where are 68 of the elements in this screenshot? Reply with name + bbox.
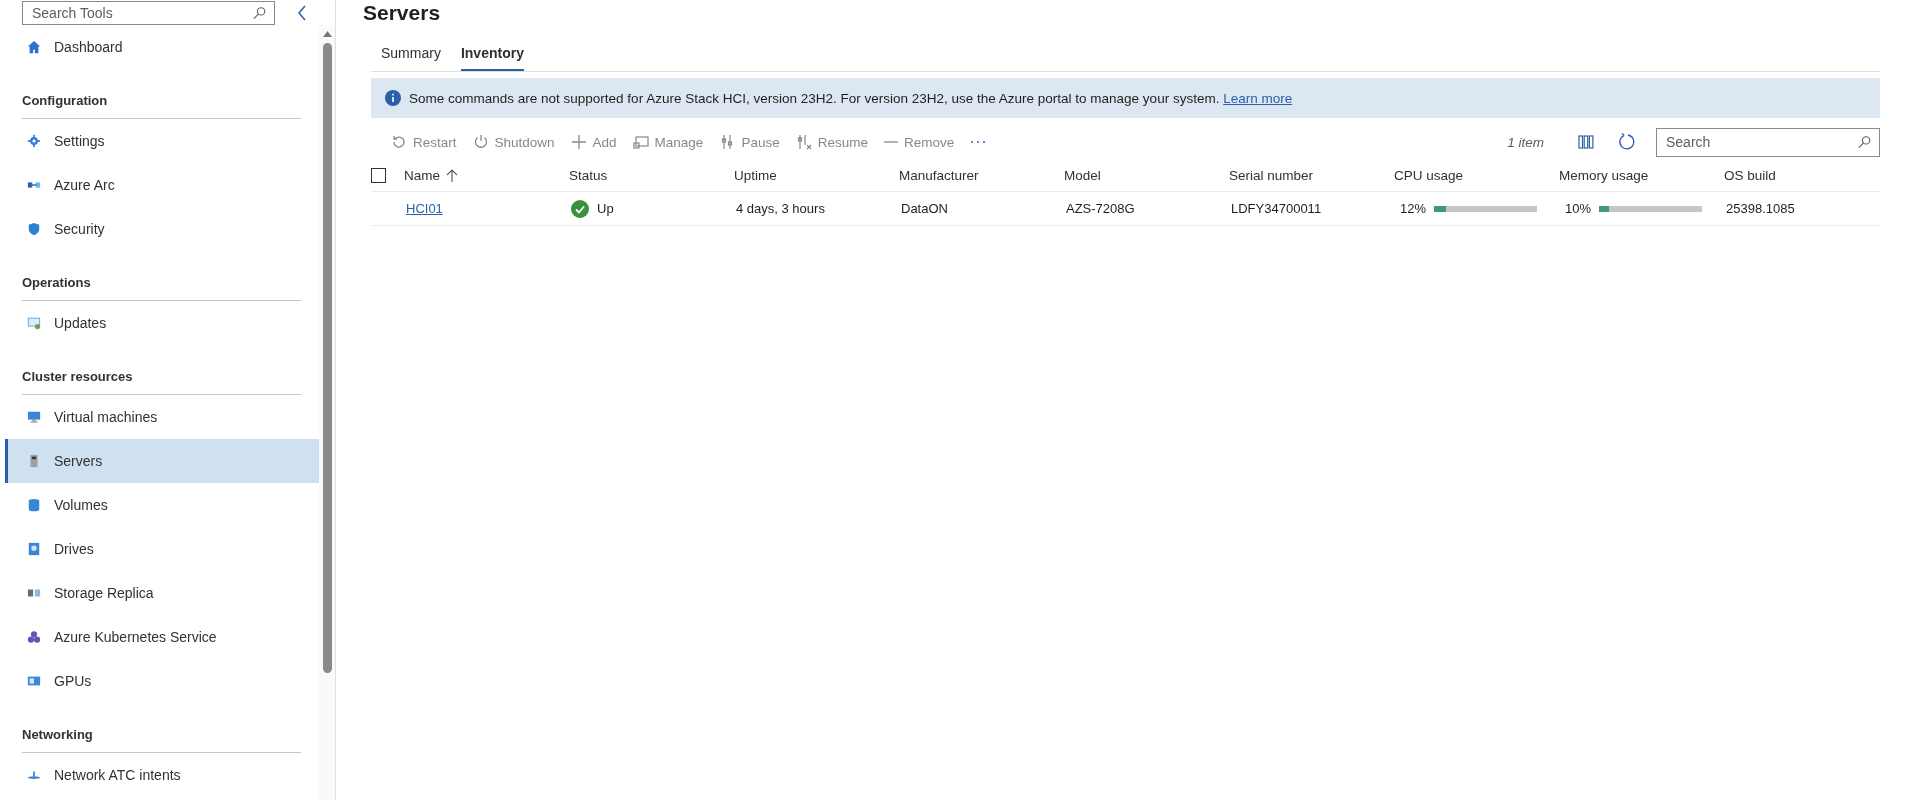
nav-item[interactable]: Dashboard [5, 25, 320, 69]
section-heading: Configuration [22, 93, 108, 108]
table-cell: AZS-7208G [1066, 201, 1135, 216]
server-link[interactable]: HCI01 [406, 201, 443, 216]
search-field[interactable]: Search [1656, 127, 1880, 157]
screen-icon [632, 134, 649, 150]
section-heading: Cluster resources [22, 369, 133, 384]
column-header[interactable]: Serial number [1229, 168, 1314, 183]
nav-item[interactable]: Updates [5, 301, 320, 345]
column-header[interactable]: Model [1064, 168, 1101, 183]
shield-icon [27, 222, 41, 236]
search-icon [253, 6, 266, 19]
nav-item[interactable]: Storage Replica [5, 571, 320, 615]
column-header[interactable]: OS build [1724, 168, 1776, 183]
column-header[interactable]: Uptime [734, 168, 777, 183]
usage-reading: 10% [1563, 201, 1591, 216]
column-header[interactable]: CPU usage [1394, 168, 1464, 183]
chevron-left-icon[interactable] [297, 4, 307, 21]
item-count: 1 item [1507, 134, 1544, 150]
section-heading: Operations [22, 275, 91, 290]
monitor-icon [27, 410, 41, 424]
scrollbar[interactable] [319, 25, 335, 800]
column-header[interactable]: Memory usage [1559, 168, 1649, 183]
tab[interactable]: Inventory [460, 35, 524, 71]
column-header[interactable]: Name [404, 168, 440, 183]
card-icon [27, 674, 41, 688]
sliders-icon [795, 134, 812, 150]
sort-up-icon [446, 169, 458, 182]
scroll-up-icon[interactable] [322, 31, 332, 37]
table-cell: 25398.1085 [1726, 201, 1795, 216]
status-text: Up [597, 201, 614, 216]
info-icon [385, 90, 401, 106]
minus-icon [883, 141, 898, 143]
monitor-icon [27, 316, 41, 330]
usage-reading: 12% [1398, 201, 1426, 216]
nav-item[interactable]: Virtual machines [5, 395, 320, 439]
nav-item[interactable]: Volumes [5, 483, 320, 527]
nav-item[interactable]: Network ATC intents [5, 753, 320, 797]
learn-more-link[interactable]: Learn more [1223, 90, 1293, 106]
tab[interactable]: Summary [381, 35, 441, 71]
drive-icon [27, 542, 41, 556]
search-icon [1858, 135, 1871, 149]
nav-item[interactable]: GPUs [5, 659, 320, 703]
column-header[interactable]: Manufacturer [899, 168, 979, 183]
home-icon [27, 40, 41, 54]
restart-icon [391, 134, 407, 150]
nav-item[interactable]: Servers [5, 439, 320, 483]
nav-item[interactable]: Drives [5, 527, 320, 571]
power-icon [472, 134, 489, 150]
nav-item[interactable]: Security [5, 207, 320, 251]
nav-item[interactable]: Settings [5, 119, 320, 163]
section-heading: Networking [22, 727, 93, 742]
select-all-checkbox[interactable] [371, 168, 386, 183]
more-icon [970, 140, 987, 144]
banner-message: Some commands are not supported for Azure Stack HCI, version 23H2. For version 23H2, use the Azure portal to manage your system. Learn more [409, 90, 1293, 106]
table-cell: DataON [901, 201, 948, 216]
columns-icon [1578, 135, 1594, 149]
cluster-icon [27, 630, 41, 644]
nav-item[interactable]: Azure Kubernetes Service [5, 615, 320, 659]
refresh-icon [1618, 133, 1636, 151]
column-header[interactable]: Status [569, 168, 608, 183]
table-cell: 4 days, 3 hours [736, 201, 825, 216]
page-title: Servers [363, 1, 441, 24]
table-cell: LDFY34700011 [1231, 201, 1322, 216]
database-icon [27, 498, 41, 512]
nav-item[interactable]: Azure Arc [5, 163, 320, 207]
plus-icon [570, 134, 587, 150]
search-field[interactable]: Search Tools [22, 0, 275, 25]
